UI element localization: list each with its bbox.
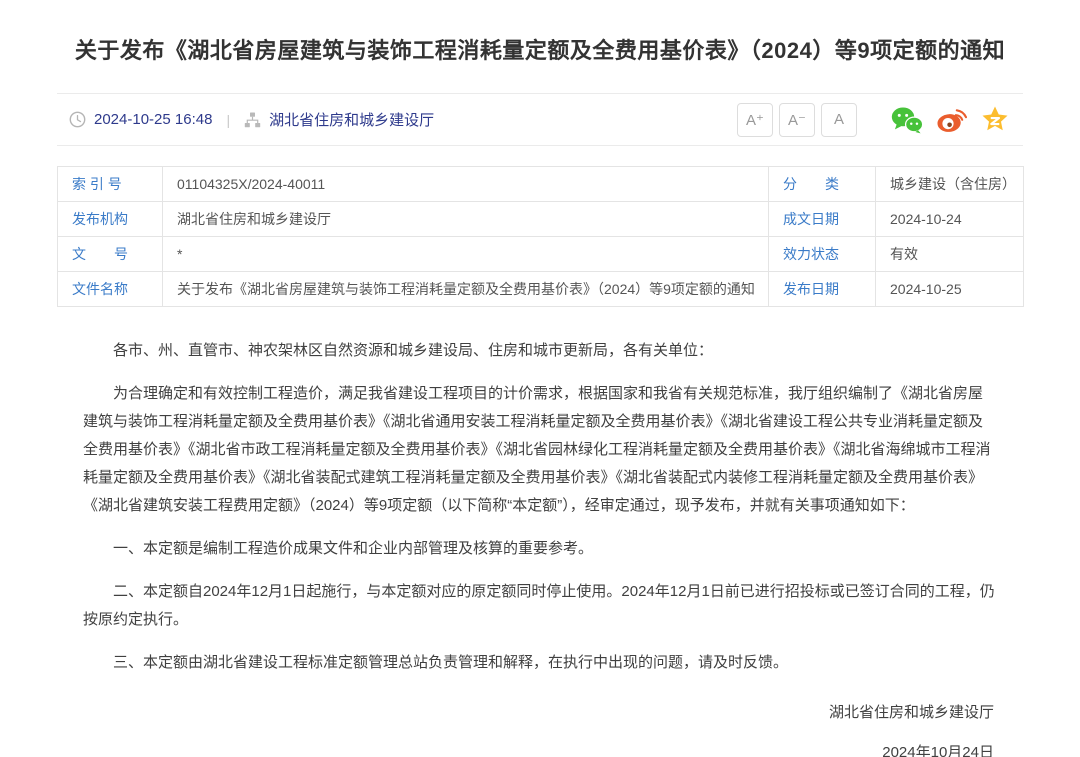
salutation-paragraph: 各市、州、直管市、神农架林区自然资源和城乡建设局、住房和城市更新局，各有关单位： <box>83 337 997 365</box>
index-number-label: 索 引 号 <box>58 167 163 202</box>
written-date-value: 2024-10-24 <box>876 202 1024 237</box>
meta-left: 2024-10-25 16:48 | 湖北省住房和城乡建设厅 <box>69 109 434 130</box>
font-increase-button[interactable]: A⁺ <box>737 103 773 137</box>
notice-body: 各市、州、直管市、神农架林区自然资源和城乡建设局、住房和城市更新局，各有关单位：… <box>57 307 1023 757</box>
category-value: 城乡建设（含住房） <box>876 167 1024 202</box>
issuing-agency-value: 湖北省住房和城乡建设厅 <box>163 202 769 237</box>
clock-icon <box>69 111 86 128</box>
wechat-share-icon[interactable] <box>891 105 923 135</box>
publish-date-label: 发布日期 <box>769 272 876 307</box>
item-2-paragraph: 二、本定额自2024年12月1日起施行，与本定额对应的原定额同时停止使用。202… <box>83 578 997 634</box>
category-label: 分 类 <box>769 167 876 202</box>
meta-separator: | <box>226 112 230 128</box>
table-row: 文 号 * 效力状态 有效 <box>58 237 1024 272</box>
signature-department: 湖北省住房和城乡建设厅 <box>83 699 994 727</box>
table-row: 文件名称 关于发布《湖北省房屋建筑与装饰工程消耗量定额及全费用基价表》（2024… <box>58 272 1024 307</box>
doc-title-value: 关于发布《湖北省房屋建筑与装饰工程消耗量定额及全费用基价表》（2024）等9项定… <box>163 272 769 307</box>
doc-number-value: * <box>163 237 769 272</box>
share-group <box>879 105 1011 135</box>
content-column: 2024-10-25 16:48 | 湖北省住房和城乡建设厅 A⁺ A⁻ A <box>57 93 1023 757</box>
qzone-share-icon[interactable] <box>979 105 1011 135</box>
org-sitemap-icon <box>244 112 261 128</box>
item-1-paragraph: 一、本定额是编制工程造价成果文件和企业内部管理及核算的重要参考。 <box>83 535 997 563</box>
item-3-paragraph: 三、本定额由湖北省建设工程标准定额管理总站负责管理和解释，在执行中出现的问题，请… <box>83 649 997 677</box>
index-number-value: 01104325X/2024-40011 <box>163 167 769 202</box>
table-row: 索 引 号 01104325X/2024-40011 分 类 城乡建设（含住房） <box>58 167 1024 202</box>
written-date-label: 成文日期 <box>769 202 876 237</box>
publish-datetime: 2024-10-25 16:48 <box>94 111 212 128</box>
doc-number-label: 文 号 <box>58 237 163 272</box>
issuing-agency-label: 发布机构 <box>58 202 163 237</box>
intro-paragraph: 为合理确定和有效控制工程造价，满足我省建设工程项目的计价需求，根据国家和我省有关… <box>83 380 997 520</box>
weibo-share-icon[interactable] <box>935 105 967 135</box>
document-meta-table: 索 引 号 01104325X/2024-40011 分 类 城乡建设（含住房）… <box>57 166 1024 307</box>
meta-right: A⁺ A⁻ A <box>731 103 1011 137</box>
table-row: 发布机构 湖北省住房和城乡建设厅 成文日期 2024-10-24 <box>58 202 1024 237</box>
validity-label: 效力状态 <box>769 237 876 272</box>
font-reset-button[interactable]: A <box>821 103 857 137</box>
page-title: 关于发布《湖北省房屋建筑与装饰工程消耗量定额及全费用基价表》（2024）等9项定… <box>0 0 1080 65</box>
font-decrease-button[interactable]: A⁻ <box>779 103 815 137</box>
notice-page: 关于发布《湖北省房屋建筑与装饰工程消耗量定额及全费用基价表》（2024）等9项定… <box>0 0 1080 757</box>
signature-date: 2024年10月24日 <box>83 739 994 757</box>
publish-date-value: 2024-10-25 <box>876 272 1024 307</box>
info-bar: 2024-10-25 16:48 | 湖北省住房和城乡建设厅 A⁺ A⁻ A <box>57 93 1023 146</box>
doc-title-label: 文件名称 <box>58 272 163 307</box>
source-department[interactable]: 湖北省住房和城乡建设厅 <box>269 109 434 130</box>
validity-value: 有效 <box>876 237 1024 272</box>
signature-block: 湖北省住房和城乡建设厅 2024年10月24日 <box>83 699 997 757</box>
